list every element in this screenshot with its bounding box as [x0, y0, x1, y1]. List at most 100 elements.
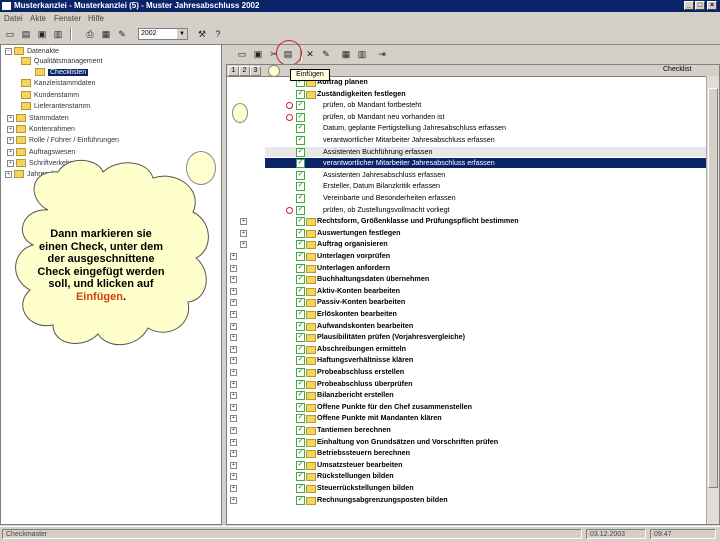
table-row[interactable]: + ✓ Passiv-Konten bearbeiten — [227, 297, 719, 308]
row-checkbox[interactable]: ✓ — [296, 321, 305, 331]
close-button[interactable]: × — [707, 1, 717, 10]
row-checkbox[interactable]: ✓ — [296, 240, 305, 250]
expand-toggle[interactable]: + — [230, 322, 237, 330]
row-checkbox[interactable]: ✓ — [296, 379, 305, 389]
tree-item-checklisten[interactable]: Checklisten — [35, 68, 89, 78]
table-row[interactable]: ✓ Zuständigkeiten festlegen — [227, 89, 719, 99]
row-checkbox[interactable]: ✓ — [296, 333, 305, 343]
expand-toggle[interactable]: + — [240, 241, 247, 249]
new-check-icon[interactable]: ▭ — [236, 48, 248, 60]
tree-item-lieferantenstamm[interactable]: Lieferantenstamm — [21, 102, 90, 112]
table-row[interactable]: + ✓ Abschreibungen ermitteln — [227, 344, 719, 354]
row-checkbox[interactable]: ✓ — [296, 147, 305, 157]
expand-toggle[interactable]: + — [230, 369, 237, 376]
menu-fenster[interactable]: Fenster — [54, 14, 81, 23]
table-row[interactable]: + ✓ Plausibilitäten prüfen (Vorjahresvergl… — [227, 332, 719, 343]
row-checkbox[interactable]: ✓ — [296, 391, 305, 401]
menu-akte[interactable]: Akte — [30, 14, 46, 23]
row-checkbox[interactable]: ✓ — [296, 205, 305, 215]
table-row[interactable]: + ✓ Unterlagen vorprüfen — [227, 251, 719, 261]
table-row[interactable]: ✓ prüfen, ob Zustellungsvollmacht vorlieg… — [227, 205, 719, 215]
expand-toggle[interactable]: + — [230, 415, 237, 423]
year-select[interactable]: 2002 ▼ — [138, 28, 188, 40]
preview-icon[interactable]: ▦ — [100, 28, 112, 40]
table-row[interactable]: ✓ prüfen, ob Mandant neu vorhanden ist — [227, 112, 719, 122]
chevron-down-icon[interactable]: ▼ — [177, 29, 187, 39]
table-row[interactable]: ✓ Assistenten Buchführung erfassen — [265, 146, 707, 157]
tree-item-kanzleistammdaten[interactable]: Kanzleistammdaten — [21, 79, 95, 89]
table-row[interactable]: + ✓ Offene Punkte mit Mandanten klären — [227, 413, 719, 424]
expand-toggle[interactable]: + — [230, 299, 237, 307]
expand-toggle[interactable]: + — [230, 357, 237, 365]
row-checkbox[interactable]: ✓ — [296, 495, 305, 505]
menu-datei[interactable]: Datei — [4, 14, 23, 23]
table-row[interactable]: + ✓ Offene Punkte für den Chef zusammenste… — [227, 402, 719, 412]
save-icon[interactable]: ▣ — [36, 28, 48, 40]
expand-toggle[interactable]: + — [230, 450, 237, 458]
expand-toggle[interactable]: + — [230, 253, 237, 260]
tree-item-kontenrahmen[interactable]: + Kontenrahmen — [7, 125, 75, 135]
properties-icon[interactable]: ▦ — [340, 48, 352, 60]
new-icon[interactable]: ▭ — [4, 28, 16, 40]
expand-toggle[interactable]: + — [230, 276, 237, 284]
delete-icon[interactable]: ✕ — [304, 48, 316, 60]
table-row[interactable]: ✓ verantwortlicher Mitarbeiter Jahresabsc… — [227, 135, 719, 145]
table-row[interactable]: + ✓ Aufwandskonten bearbeiten — [227, 321, 719, 331]
table-row[interactable]: ✓ Datum, geplante Fertigstellung Jahresab… — [227, 123, 719, 134]
table-row[interactable]: + ✓ Bilanzbericht erstellen — [227, 390, 719, 401]
table-row[interactable]: + ✓ Umsatzsteuer bearbeiten — [227, 460, 719, 470]
table-row[interactable]: + ✓ Buchhaltungsdaten übernehmen — [227, 274, 719, 285]
row-checkbox[interactable]: ✓ — [296, 460, 305, 470]
expand-toggle[interactable]: + — [230, 427, 237, 434]
row-checkbox[interactable]: ✓ — [296, 194, 305, 203]
row-checkbox[interactable]: ✓ — [296, 182, 305, 192]
row-checkbox[interactable]: ✓ — [296, 368, 305, 377]
table-row[interactable]: ✓ Vereinbarte und Besonderheiten erfassen — [227, 193, 719, 203]
list-view-icon[interactable]: ▥ — [356, 48, 368, 60]
table-row[interactable]: + ✓ Probeabschluss erstellen — [227, 367, 719, 377]
tree-item-datenakte[interactable]: − Datenakte — [5, 47, 59, 57]
row-checkbox[interactable]: ✓ — [296, 356, 305, 366]
table-row[interactable]: + ✓ Unterlagen anfordern — [227, 263, 719, 273]
row-checkbox[interactable]: ✓ — [296, 286, 305, 296]
expand-toggle[interactable]: + — [230, 311, 237, 318]
table-row[interactable]: + ✓ Rückstellungen bilden — [227, 471, 719, 482]
edit-icon[interactable]: ✎ — [116, 28, 128, 40]
save-check-icon[interactable]: ▣ — [252, 48, 264, 60]
row-checkbox[interactable]: ✓ — [296, 263, 305, 273]
vertical-scrollbar[interactable] — [706, 76, 719, 524]
export-icon[interactable]: ⇥ — [376, 48, 388, 60]
row-checkbox[interactable]: ✓ — [296, 426, 305, 435]
table-row[interactable]: + ✓ Probeabschluss überprüfen — [227, 379, 719, 389]
row-checkbox[interactable]: ✓ — [296, 275, 305, 285]
level-1-header[interactable]: 1 — [228, 66, 239, 76]
row-checkbox[interactable]: ✓ — [296, 170, 305, 180]
rename-icon[interactable]: ✎ — [320, 48, 332, 60]
table-row[interactable]: ✓ Ersteller, Datum Bilanzkritik erfassen — [227, 181, 719, 192]
row-checkbox[interactable]: ✓ — [296, 112, 305, 122]
row-checkbox[interactable]: ✓ — [296, 310, 305, 319]
tree-item-kundenstamm[interactable]: Kundenstamm — [21, 91, 79, 101]
table-row[interactable]: + ✓ Einhaltung von Grundsätzen und Vorschr… — [227, 437, 719, 447]
level-3-header[interactable]: 3 — [250, 66, 261, 76]
row-checkbox[interactable]: ✓ — [296, 252, 305, 261]
table-row[interactable]: + ✓ Haftungsverhältnisse klären — [227, 355, 719, 366]
row-checkbox[interactable]: ✓ — [296, 298, 305, 308]
tools-icon[interactable]: ⚒ — [196, 28, 208, 40]
expand-toggle[interactable]: + — [230, 264, 237, 272]
expand-toggle[interactable]: + — [240, 229, 247, 237]
tree-item-rolle[interactable]: + Rolle / Führer / Einführungen — [7, 136, 119, 146]
row-checkbox[interactable]: ✓ — [296, 217, 305, 227]
table-row[interactable]: + ✓ Rechtsform, Größenklasse und Prüfungsp… — [227, 216, 719, 227]
table-row[interactable]: + ✓ Erlöskonten bearbeiten — [227, 309, 719, 319]
table-row[interactable]: ✓ prüfen, ob Mandant fortbesteht — [227, 100, 719, 111]
row-checkbox[interactable]: ✓ — [296, 159, 305, 169]
expand-toggle[interactable]: + — [230, 287, 237, 295]
expand-toggle[interactable]: + — [240, 218, 247, 226]
expand-toggle[interactable]: + — [230, 345, 237, 353]
minimize-button[interactable]: _ — [684, 1, 694, 10]
maximize-button[interactable]: □ — [695, 1, 705, 10]
expand-toggle[interactable]: + — [230, 403, 237, 411]
table-row[interactable]: + ✓ Aktiv-Konten bearbeiten — [227, 286, 719, 296]
row-checkbox[interactable]: ✓ — [296, 344, 305, 354]
